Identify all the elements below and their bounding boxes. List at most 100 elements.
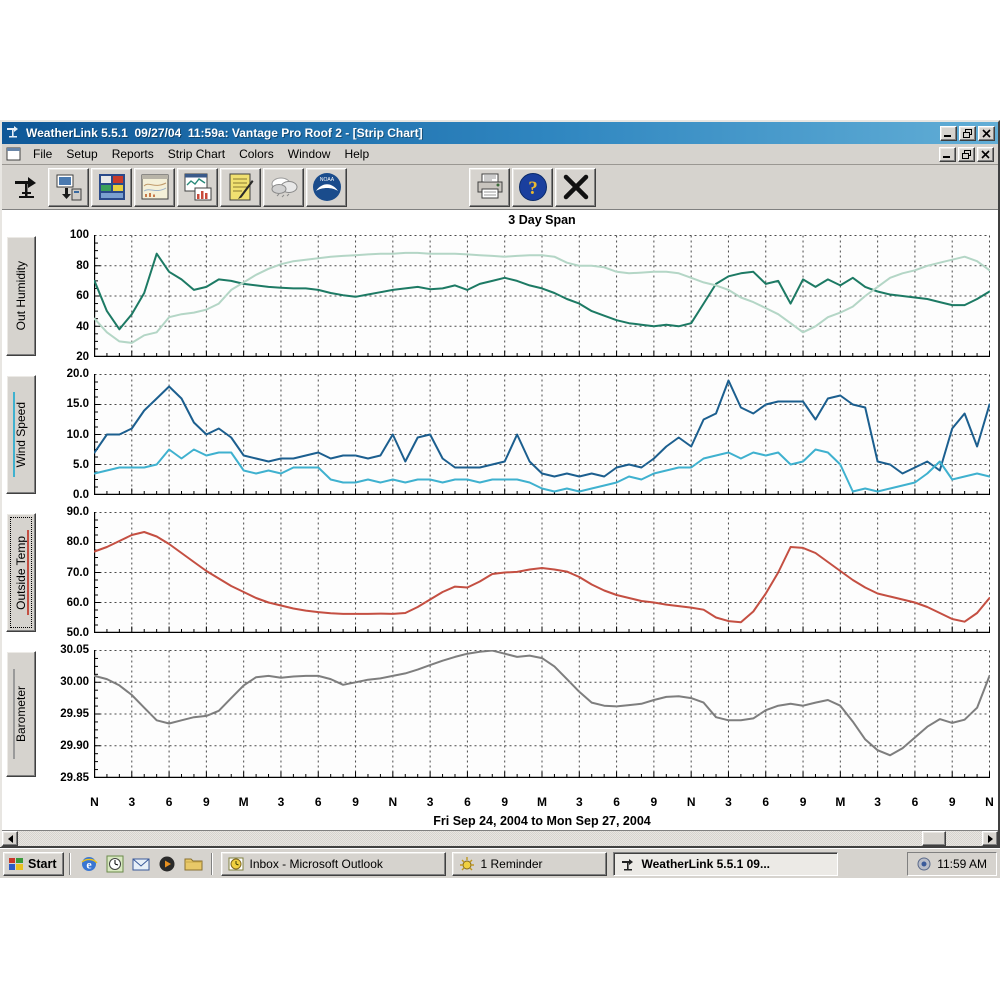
reminder-bell-icon bbox=[459, 856, 475, 872]
clock-icon[interactable] bbox=[104, 853, 126, 875]
panel-label-wind-speed[interactable]: Wind Speed bbox=[6, 375, 36, 494]
x-tick-label: 3 bbox=[725, 795, 732, 809]
print-toolbar-button[interactable] bbox=[469, 168, 510, 207]
internet-explorer-icon[interactable]: e bbox=[78, 853, 100, 875]
panel-label-barometer[interactable]: Barometer bbox=[6, 651, 36, 777]
scroll-left-arrow-icon[interactable] bbox=[2, 831, 18, 846]
menu-colors[interactable]: Colors bbox=[232, 145, 281, 163]
menu-help[interactable]: Help bbox=[337, 145, 376, 163]
x-tick-label: 3 bbox=[278, 795, 285, 809]
task-label: 1 Reminder bbox=[480, 857, 542, 871]
x-tick-label: 9 bbox=[203, 795, 210, 809]
menu-reports[interactable]: Reports bbox=[105, 145, 161, 163]
y-tick-label: 80.0 bbox=[67, 536, 89, 548]
panel-wind-speed: Wind Speed20.015.010.05.00.0 bbox=[2, 374, 998, 495]
strip-chart-toolbar-button[interactable] bbox=[177, 168, 218, 207]
svg-text:NOAA: NOAA bbox=[319, 177, 334, 183]
menu-strip-chart[interactable]: Strip Chart bbox=[161, 145, 232, 163]
task-label: WeatherLink 5.5.1 09... bbox=[641, 857, 770, 871]
x-tick-label: 3 bbox=[874, 795, 881, 809]
horizontal-scrollbar[interactable] bbox=[2, 830, 998, 846]
titlebar: WeatherLink 5.5.1 09/27/04 11:59a: Vanta… bbox=[2, 122, 998, 144]
noaa-toolbar-button[interactable]: NOAA bbox=[306, 168, 347, 207]
mdi-document-icon bbox=[6, 147, 22, 161]
mdi-restore-button[interactable] bbox=[958, 147, 975, 162]
panel-outside-temp: Outside Temp90.080.070.060.050.0 bbox=[2, 512, 998, 633]
y-tick-label: 15.0 bbox=[67, 398, 89, 410]
x-tick-label: 9 bbox=[949, 795, 956, 809]
panel-barometer: Barometer30.0530.0029.9529.9029.85 bbox=[2, 650, 998, 778]
x-tick-label: 6 bbox=[464, 795, 471, 809]
weather-clouds-toolbar-button[interactable] bbox=[263, 168, 304, 207]
start-label: Start bbox=[28, 857, 56, 871]
x-axis-labels: N369M369N369M369N369M369N bbox=[94, 795, 990, 811]
mdi-minimize-button[interactable] bbox=[939, 147, 956, 162]
chart-panels: Out Humidity10080604020Wind Speed20.015.… bbox=[2, 235, 998, 778]
x-tick-label: N bbox=[90, 795, 99, 809]
menu-window[interactable]: Window bbox=[281, 145, 338, 163]
y-tick-label: 10.0 bbox=[67, 429, 89, 441]
x-tick-label: 9 bbox=[352, 795, 359, 809]
tray-status-icon[interactable] bbox=[917, 857, 931, 871]
close-window-toolbar-button[interactable] bbox=[555, 168, 596, 207]
x-tick-label: M bbox=[537, 795, 547, 809]
plot-wind-speed bbox=[94, 374, 990, 495]
y-tick-label: 40 bbox=[76, 321, 89, 333]
weathervane-toolbar-button[interactable] bbox=[5, 168, 46, 207]
window-title: WeatherLink 5.5.1 09/27/04 11:59a: Vanta… bbox=[26, 126, 938, 140]
close-button[interactable] bbox=[978, 126, 995, 141]
scroll-right-arrow-icon[interactable] bbox=[982, 831, 998, 846]
scrollbar-thumb[interactable] bbox=[922, 831, 946, 846]
y-tick-label: 60.0 bbox=[67, 597, 89, 609]
x-tick-label: 3 bbox=[576, 795, 583, 809]
panel-label-text: Outside Temp bbox=[14, 536, 28, 610]
x-tick-label: 6 bbox=[166, 795, 173, 809]
series-color-bar bbox=[13, 392, 15, 476]
tray-clock: 11:59 AM bbox=[937, 857, 987, 871]
system-tray: 11:59 AM bbox=[907, 852, 997, 876]
menubar: FileSetupReportsStrip ChartColorsWindowH… bbox=[2, 144, 998, 165]
y-tick-label: 100 bbox=[70, 229, 89, 241]
task-button-reminder[interactable]: 1 Reminder bbox=[452, 852, 607, 876]
svg-text:?: ? bbox=[528, 178, 538, 199]
panel-label-text: Barometer bbox=[14, 686, 28, 742]
desktop: WeatherLink 5.5.1 09/27/04 11:59a: Vanta… bbox=[0, 0, 1000, 1000]
start-button[interactable]: Start bbox=[3, 852, 64, 876]
task-button-outlook[interactable]: Inbox - Microsoft Outlook bbox=[221, 852, 446, 876]
media-player-icon[interactable] bbox=[156, 853, 178, 875]
notes-toolbar-button[interactable] bbox=[220, 168, 261, 207]
folder-icon[interactable] bbox=[182, 853, 204, 875]
panel-label-out-humidity[interactable]: Out Humidity bbox=[6, 236, 36, 356]
x-tick-label: M bbox=[239, 795, 249, 809]
y-tick-label: 5.0 bbox=[73, 459, 89, 471]
download-toolbar-button[interactable] bbox=[48, 168, 89, 207]
y-tick-label: 70.0 bbox=[67, 567, 89, 579]
help-toolbar-button[interactable]: ? bbox=[512, 168, 553, 207]
outlook-express-icon[interactable] bbox=[130, 853, 152, 875]
x-tick-label: 9 bbox=[800, 795, 807, 809]
y-tick-label: 20.0 bbox=[67, 368, 89, 380]
windows-logo-icon bbox=[8, 857, 24, 871]
menu-setup[interactable]: Setup bbox=[59, 145, 104, 163]
task-button-weatherlink[interactable]: WeatherLink 5.5.1 09... bbox=[613, 852, 838, 876]
series-color-bar bbox=[27, 530, 29, 614]
y-axis-out-humidity: 10080604020 bbox=[38, 235, 94, 357]
restore-button[interactable] bbox=[959, 126, 976, 141]
y-tick-label: 80 bbox=[76, 260, 89, 272]
y-axis-outside-temp: 90.080.070.060.050.0 bbox=[38, 512, 94, 633]
x-tick-label: 9 bbox=[651, 795, 658, 809]
x-tick-label: N bbox=[985, 795, 994, 809]
x-tick-label: 6 bbox=[762, 795, 769, 809]
summary-chart-toolbar-button[interactable] bbox=[134, 168, 175, 207]
menu-file[interactable]: File bbox=[26, 145, 59, 163]
plot-outside-temp bbox=[94, 512, 990, 633]
panel-label-outside-temp[interactable]: Outside Temp bbox=[6, 513, 36, 632]
y-tick-label: 30.05 bbox=[60, 644, 89, 656]
minimize-button[interactable] bbox=[940, 126, 957, 141]
mdi-close-button[interactable] bbox=[977, 147, 994, 162]
y-tick-label: 0.0 bbox=[73, 489, 89, 501]
bulletin-toolbar-button[interactable] bbox=[91, 168, 132, 207]
x-tick-label: 6 bbox=[613, 795, 620, 809]
y-tick-label: 60 bbox=[76, 290, 89, 302]
x-tick-label: 3 bbox=[427, 795, 434, 809]
